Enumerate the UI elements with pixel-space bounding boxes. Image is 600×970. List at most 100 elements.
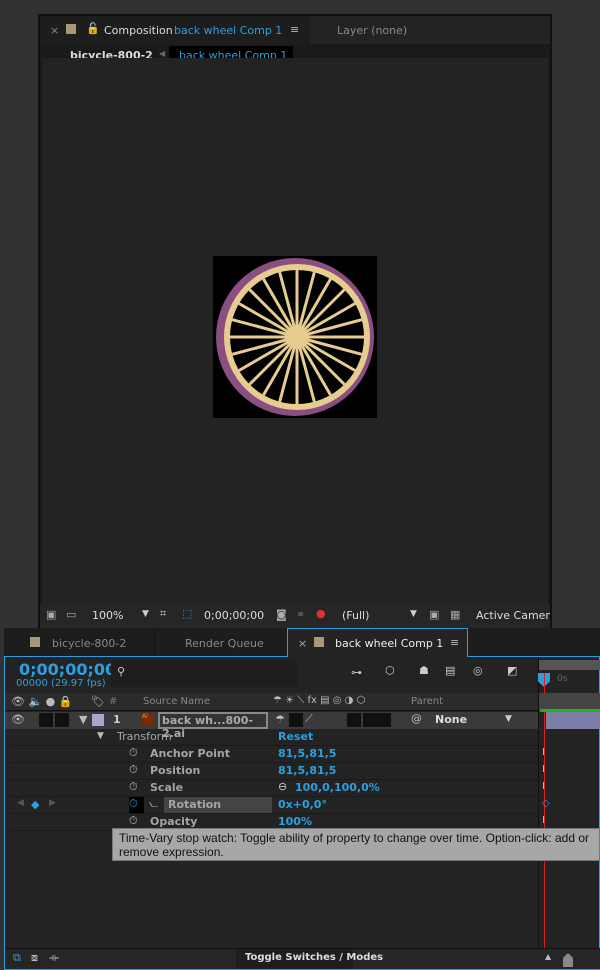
transfer-controls-icon[interactable]: ⧇ — [31, 951, 38, 965]
time-marker[interactable]: I — [542, 815, 545, 826]
graph-editor-icon[interactable]: ◩ — [507, 664, 517, 677]
composition-viewer[interactable] — [42, 58, 548, 606]
tab-bicycle-800-2[interactable]: bicycle-800-2 — [4, 628, 154, 656]
toggle-switches-modes-button[interactable]: Toggle Switches / Modes — [236, 949, 383, 969]
hub — [288, 328, 306, 346]
timeline-tab-bar: bicycle-800-2 Render Queue × back wheel … — [4, 628, 600, 657]
comp-mini-flowchart-icon[interactable]: ⊶ — [351, 666, 362, 679]
shy-layers-icon[interactable]: ☗ — [419, 664, 429, 677]
stopwatch-icon[interactable]: ⏱ — [129, 746, 144, 762]
previous-keyframe-icon[interactable]: ◀ — [17, 798, 24, 808]
keyframe-diamond-icon[interactable]: ◆ — [31, 798, 39, 811]
layer-duration-bar[interactable] — [546, 712, 600, 729]
draft-3d-icon[interactable]: ⬡ — [385, 664, 395, 677]
zoom-select[interactable]: 100% — [92, 609, 123, 622]
in-out-icon[interactable]: ⟛ — [49, 951, 59, 965]
property-value[interactable]: 0x+0,0° — [278, 798, 327, 811]
close-icon[interactable]: × — [50, 24, 59, 37]
collapse-switch[interactable] — [289, 713, 303, 727]
transform-group[interactable]: ▼ Transform Reset — [9, 729, 542, 746]
playhead-line[interactable] — [544, 673, 545, 953]
property-row-rotation[interactable]: ◀ ◆ ▶ ⏱ ⦦ Rotation 0x+0,0° — [9, 797, 542, 814]
parent-dropdown-icon[interactable]: ▼ — [505, 714, 512, 724]
constrain-proportions-icon[interactable]: ⊖ — [278, 780, 287, 793]
stopwatch-icon[interactable]: ⏱ — [129, 780, 144, 796]
visibility-icon[interactable]: 👁 — [11, 713, 25, 726]
source-name-column[interactable]: Source Name — [143, 696, 210, 707]
preview-icon[interactable]: ▣ — [46, 608, 56, 621]
region-of-interest-icon[interactable]: ▣ — [429, 608, 439, 621]
composition-panel: × 🔓 Composition back wheel Comp 1 ≡ Laye… — [38, 14, 552, 628]
show-snapshot-icon[interactable]: ⚭ — [296, 608, 305, 621]
pickwhip-icon[interactable]: @ — [411, 712, 422, 725]
snapshot-icon[interactable]: ◙ — [276, 608, 287, 621]
parent-select[interactable]: None — [435, 713, 467, 726]
monitor-icon[interactable]: ▭ — [66, 608, 76, 621]
mask-visibility-icon[interactable]: ⬚ — [182, 607, 192, 620]
motion-blur-switch[interactable] — [347, 713, 361, 727]
property-name: Scale — [150, 781, 184, 794]
timecode-display[interactable]: 0;00;00;00 — [204, 609, 264, 622]
search-input[interactable]: ⚲ — [111, 661, 297, 687]
adjustment-switch[interactable] — [363, 713, 377, 727]
property-value[interactable]: 100,0,100,0% — [295, 781, 380, 794]
camera-select[interactable]: Active Camera — [476, 609, 550, 622]
quality-switch-icon[interactable]: ⟋ — [305, 712, 313, 726]
frame-blending-icon[interactable]: ▤ — [445, 664, 455, 677]
transform-label: Transform — [117, 730, 172, 743]
stopwatch-icon[interactable]: ⏱ — [129, 763, 144, 779]
transparency-grid-icon[interactable]: ▦ — [450, 608, 460, 621]
next-keyframe-icon[interactable]: ▶ — [49, 798, 56, 808]
layer-tab[interactable]: Layer (none) — [310, 16, 550, 44]
layer-row[interactable]: 👁 ▼ 1 Ai back wh...800-2.ai ☂ ⟋ @ None ▼ — [5, 712, 538, 740]
resolution-select[interactable]: (Full) — [342, 609, 369, 622]
property-row-scale[interactable]: ⏱ Scale ⊖ 100,0,100,0% — [9, 780, 542, 797]
current-time[interactable]: 0;00;00;00 — [19, 660, 116, 679]
motion-blur-icon[interactable]: ◎ — [473, 664, 483, 677]
zoom-slider[interactable] — [563, 953, 573, 967]
av-features-icons: 👁 🔈 ● 🔒 — [11, 695, 73, 708]
graph-icon: ⦦ — [149, 797, 159, 810]
panel-menu-icon[interactable]: ≡ — [290, 23, 299, 36]
time-marker[interactable]: I — [542, 781, 545, 792]
property-value[interactable]: 81,5,81,5 — [278, 764, 336, 777]
tab-back-wheel-comp-1[interactable]: × back wheel Comp 1 ≡ — [287, 628, 468, 657]
solo-toggle[interactable] — [55, 713, 69, 727]
property-name: Opacity — [150, 815, 198, 828]
time-marker[interactable]: I — [542, 747, 545, 758]
property-value[interactable]: 81,5,81,5 — [278, 747, 336, 760]
zoom-out-icon[interactable]: ▲ — [545, 952, 551, 961]
property-row-anchor-point[interactable]: ⏱ Anchor Point 81,5,81,5 — [9, 746, 542, 763]
label-icon: 🏷 — [91, 695, 105, 708]
tab-render-queue[interactable]: Render Queue — [154, 628, 287, 656]
panel-menu-icon[interactable]: ≡ — [450, 636, 459, 649]
property-row-position[interactable]: ⏱ Position 81,5,81,5 — [9, 763, 542, 780]
keyframe-marker[interactable]: ◇ — [542, 798, 550, 809]
property-value[interactable]: 100% — [278, 815, 312, 828]
channel-icon[interactable]: ● — [316, 607, 326, 620]
stopwatch-icon[interactable]: ⏱ — [129, 797, 144, 813]
expand-triangle-icon[interactable]: ▼ — [97, 731, 104, 741]
breadcrumb-arrow-icon: ◀ — [159, 49, 166, 58]
expand-triangle-icon[interactable]: ▼ — [79, 713, 87, 726]
layer-label-color[interactable] — [92, 714, 104, 726]
comp-color-swatch — [30, 637, 40, 647]
resolution-dropdown-icon[interactable]: ▼ — [410, 609, 417, 619]
audio-toggle[interactable] — [39, 713, 53, 727]
shy-switch-icon[interactable]: ☂ — [275, 713, 285, 726]
parent-column: Parent — [411, 696, 444, 707]
reset-button[interactable]: Reset — [278, 730, 313, 743]
time-marker[interactable]: I — [542, 764, 545, 775]
work-area-bar[interactable] — [539, 660, 600, 670]
3d-switch[interactable] — [377, 713, 391, 727]
safe-zones-icon[interactable]: ⌗ — [160, 607, 166, 621]
lock-icon[interactable]: 🔓 — [86, 22, 100, 35]
layer-name-field[interactable]: back wh...800-2.ai — [158, 712, 268, 740]
zoom-dropdown-icon[interactable]: ▼ — [142, 609, 149, 619]
column-header: 👁 🔈 ● 🔒 🏷 # Source Name ☂ ☀ ⟍ fx ▤ ◎ ◑ ⬡… — [5, 693, 538, 711]
timeline-panel: 0;00;00;00 00000 (29.97 fps) ⚲ ⊶ ⬡ ☗ ▤ ◎… — [4, 657, 600, 970]
property-name: Rotation — [168, 798, 222, 811]
layer-switches-icon[interactable]: ⧉ — [13, 951, 21, 965]
layer-index: 1 — [113, 713, 121, 726]
close-icon[interactable]: × — [298, 637, 307, 650]
